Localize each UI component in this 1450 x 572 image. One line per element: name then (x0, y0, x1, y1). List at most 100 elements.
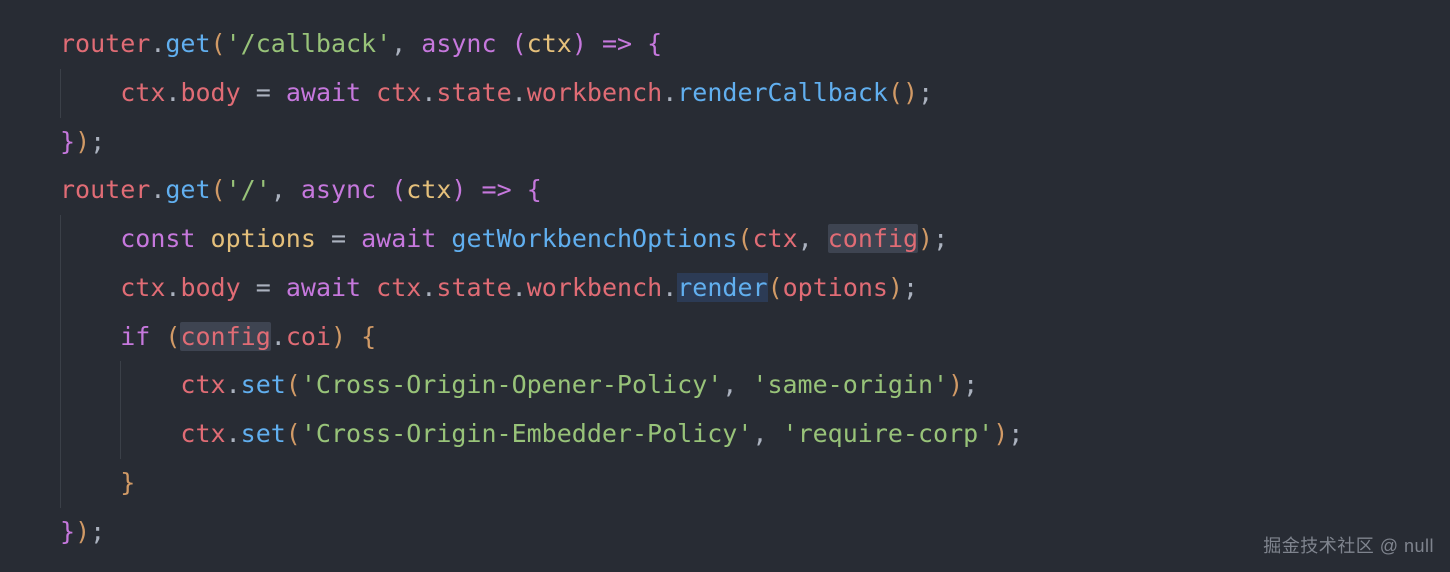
code-token: } (60, 127, 75, 156)
code-token: => (602, 29, 632, 58)
code-token: ; (90, 127, 105, 156)
code-token: 'same-origin' (752, 370, 948, 399)
code-token: body (180, 273, 240, 302)
code-token (497, 29, 512, 58)
code-token (271, 273, 286, 302)
code-token: render (677, 273, 767, 302)
code-editor[interactable]: router.get('/callback', async (ctx) => {… (60, 20, 1450, 556)
code-token: async (301, 175, 376, 204)
code-token: config (828, 224, 918, 253)
code-token (241, 273, 256, 302)
code-token: ) (903, 78, 918, 107)
code-token: . (421, 273, 436, 302)
code-token: = (256, 78, 271, 107)
code-token: => (482, 175, 512, 204)
code-token (436, 224, 451, 253)
code-token: getWorkbenchOptions (451, 224, 737, 253)
code-token: await (286, 78, 361, 107)
code-token: ) (948, 370, 963, 399)
code-token: , (391, 29, 421, 58)
code-token: set (241, 419, 286, 448)
indent-guide (60, 69, 61, 118)
code-token (60, 322, 120, 351)
code-token: ctx (180, 370, 225, 399)
code-token: . (662, 78, 677, 107)
code-line[interactable]: ctx.set('Cross-Origin-Opener-Policy', 's… (60, 361, 1450, 410)
code-token: await (361, 224, 436, 253)
code-token: const (120, 224, 195, 253)
code-token: ( (888, 78, 903, 107)
code-token: { (527, 175, 542, 204)
code-token: config (180, 322, 270, 351)
code-token: , (798, 224, 828, 253)
code-token: = (331, 224, 346, 253)
code-token (466, 175, 481, 204)
code-token: ( (512, 29, 527, 58)
code-token: '/' (226, 175, 271, 204)
code-token: ) (888, 273, 903, 302)
code-token: ; (933, 224, 948, 253)
code-token (376, 175, 391, 204)
code-token: ; (1008, 419, 1023, 448)
code-line[interactable]: ctx.body = await ctx.state.workbench.ren… (60, 264, 1450, 313)
code-token: ctx (180, 419, 225, 448)
code-token (60, 468, 120, 497)
code-token: await (286, 273, 361, 302)
code-token (587, 29, 602, 58)
code-token: . (421, 78, 436, 107)
code-token: . (271, 322, 286, 351)
code-token: set (241, 370, 286, 399)
code-token: . (512, 273, 527, 302)
code-token: state (436, 273, 511, 302)
code-line[interactable]: router.get('/callback', async (ctx) => { (60, 20, 1450, 69)
indent-guide (60, 313, 61, 362)
code-token: ; (963, 370, 978, 399)
code-line[interactable]: ctx.set('Cross-Origin-Embedder-Policy', … (60, 410, 1450, 459)
code-token: workbench (527, 273, 662, 302)
code-line[interactable]: router.get('/', async (ctx) => { (60, 166, 1450, 215)
code-token (316, 224, 331, 253)
code-token: ) (75, 517, 90, 546)
code-token: ) (331, 322, 346, 351)
code-token: ( (286, 370, 301, 399)
code-token: ctx (120, 273, 165, 302)
code-line[interactable]: } (60, 459, 1450, 508)
code-token (361, 78, 376, 107)
code-line[interactable]: const options = await getWorkbenchOption… (60, 215, 1450, 264)
code-token: . (165, 273, 180, 302)
code-token (60, 78, 120, 107)
code-line[interactable]: }); (60, 118, 1450, 167)
indent-guide (60, 264, 61, 313)
code-token: , (752, 419, 782, 448)
code-token: . (512, 78, 527, 107)
code-token: options (783, 273, 888, 302)
code-line[interactable]: }); (60, 508, 1450, 557)
code-token: ( (737, 224, 752, 253)
code-token: ctx (120, 78, 165, 107)
indent-guide (120, 361, 121, 410)
code-token: ctx (406, 175, 451, 204)
code-token: ) (993, 419, 1008, 448)
code-token: get (165, 175, 210, 204)
code-token: . (662, 273, 677, 302)
indent-guide (60, 361, 61, 410)
code-token: ; (918, 78, 933, 107)
code-token (632, 29, 647, 58)
code-token (512, 175, 527, 204)
code-token (346, 322, 361, 351)
code-line[interactable]: ctx.body = await ctx.state.workbench.ren… (60, 69, 1450, 118)
indent-guide (60, 215, 61, 264)
code-token: . (226, 419, 241, 448)
code-token: . (165, 78, 180, 107)
code-token: { (361, 322, 376, 351)
code-token: . (226, 370, 241, 399)
code-line[interactable]: if (config.coi) { (60, 313, 1450, 362)
code-token: ctx (752, 224, 797, 253)
code-token: } (120, 468, 135, 497)
code-token: ctx (376, 273, 421, 302)
code-token: if (120, 322, 150, 351)
code-token: ( (211, 175, 226, 204)
code-token: = (256, 273, 271, 302)
code-token: options (211, 224, 316, 253)
code-token: ; (90, 517, 105, 546)
